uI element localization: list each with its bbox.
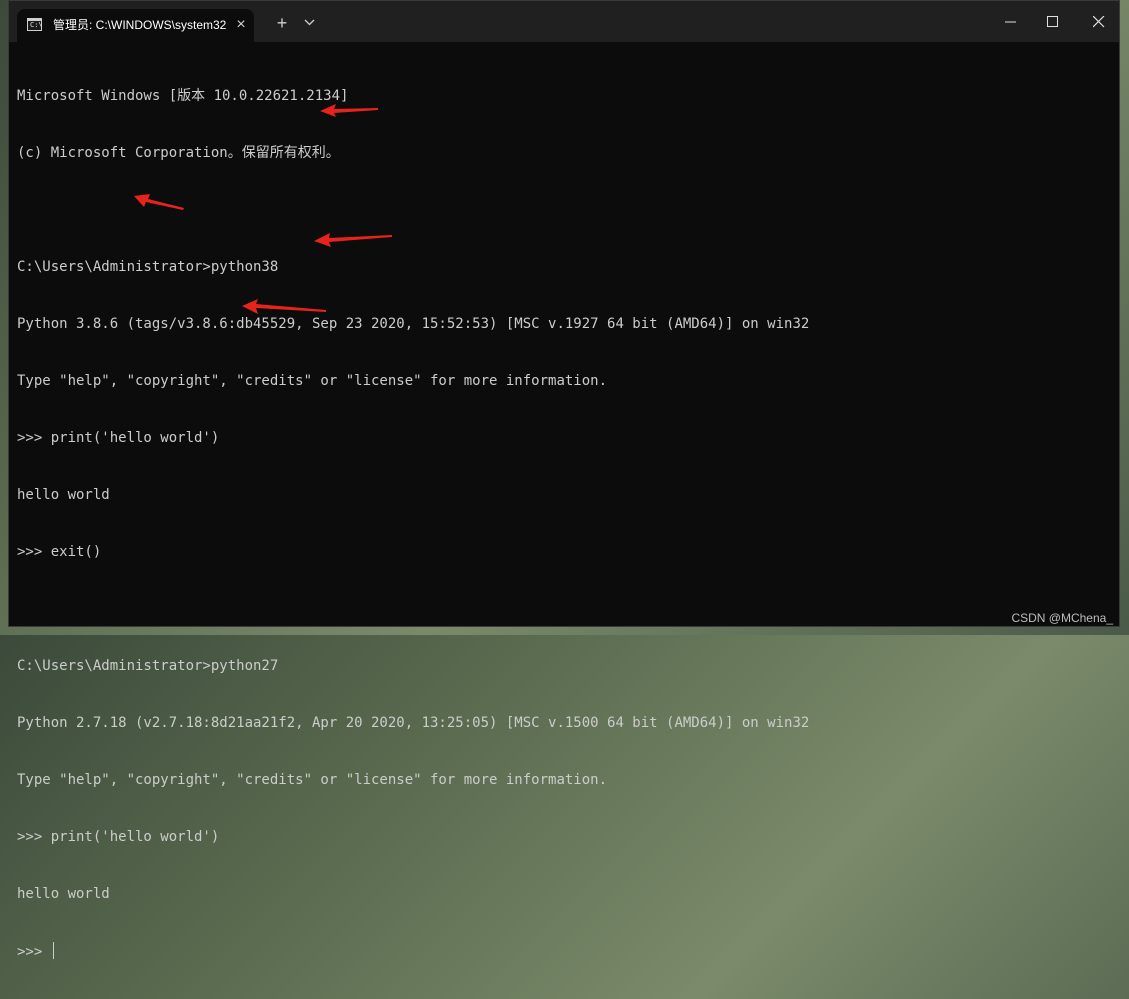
console-output[interactable]: Microsoft Windows [版本 10.0.22621.2134] (… bbox=[17, 49, 1107, 960]
console-line: Type "help", "copyright", "credits" or "… bbox=[17, 373, 608, 389]
console-line: hello world bbox=[17, 886, 110, 902]
annotation-arrow-icon bbox=[314, 233, 392, 247]
terminal-icon: C:\ bbox=[27, 18, 43, 31]
console-line: >>> print('hello world') bbox=[17, 829, 220, 845]
terminal-window: C:\ 管理员: C:\WINDOWS\system32 × + Microso… bbox=[8, 0, 1120, 960]
chevron-down-icon[interactable] bbox=[299, 12, 321, 34]
annotation-arrow-icon bbox=[242, 299, 326, 314]
new-tab-button[interactable]: + bbox=[271, 12, 293, 34]
text-cursor bbox=[52, 942, 54, 959]
console-line: Python 2.7.18 (v2.7.18:8d21aa21f2, Apr 2… bbox=[17, 715, 810, 731]
watermark: CSDN @MChena_ bbox=[1011, 611, 1113, 625]
tab-title: 管理员: C:\WINDOWS\system32 bbox=[53, 18, 227, 32]
console-line: Type "help", "copyright", "credits" or "… bbox=[17, 772, 608, 788]
console-prompt-line[interactable]: >>> bbox=[17, 942, 1107, 961]
annotation-arrow-icon bbox=[134, 194, 184, 210]
prompt: >>> bbox=[17, 944, 51, 960]
console-line: hello world bbox=[17, 487, 110, 503]
console-line: C:\Users\Administrator>python38 bbox=[17, 259, 279, 275]
console-line: (c) Microsoft Corporation。保留所有权利。 bbox=[17, 145, 340, 161]
tab-close-icon[interactable]: × bbox=[232, 16, 250, 34]
console-line: >>> print('hello world') bbox=[17, 430, 220, 446]
maximize-button[interactable] bbox=[1039, 8, 1067, 36]
console-line: C:\Users\Administrator>python27 bbox=[17, 658, 279, 674]
title-bar: C:\ 管理员: C:\WINDOWS\system32 × + bbox=[9, 1, 1119, 42]
tab-cmd[interactable]: C:\ 管理员: C:\WINDOWS\system32 × bbox=[17, 9, 254, 42]
minimize-button[interactable] bbox=[997, 8, 1025, 36]
annotation-arrow-icon bbox=[320, 104, 378, 117]
console-line: >>> exit() bbox=[17, 544, 102, 560]
console-line: Python 3.8.6 (tags/v3.8.6:db45529, Sep 2… bbox=[17, 316, 810, 332]
close-button[interactable] bbox=[1085, 8, 1113, 36]
console-line: Microsoft Windows [版本 10.0.22621.2134] bbox=[17, 88, 349, 104]
